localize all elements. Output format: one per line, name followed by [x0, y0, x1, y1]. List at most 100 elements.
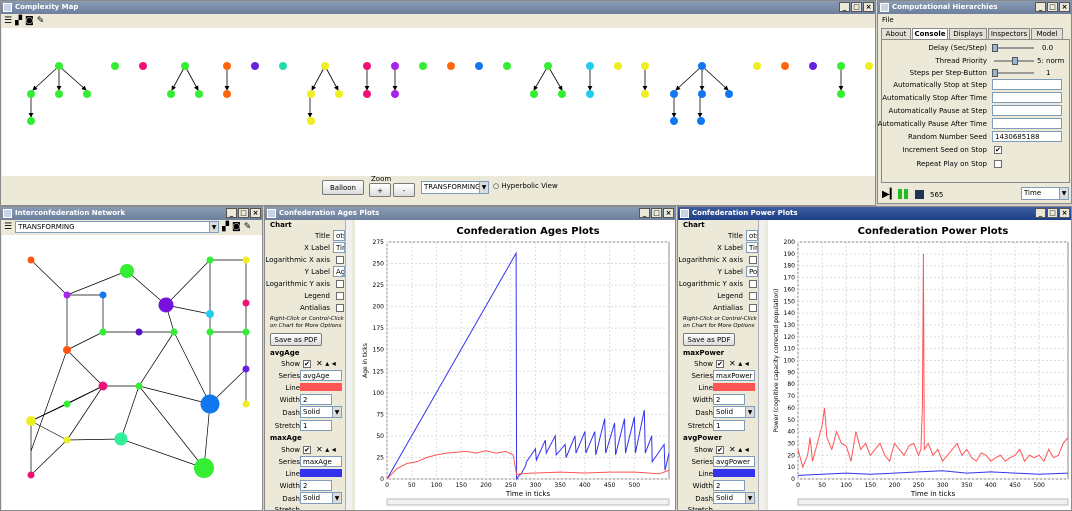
- pause-button[interactable]: [898, 189, 908, 199]
- line-color-swatch-2[interactable]: [713, 469, 755, 477]
- width-field-2[interactable]: 2: [713, 480, 745, 491]
- layers-icon[interactable]: ☰: [4, 16, 12, 26]
- settings-scrollbar[interactable]: [758, 220, 765, 510]
- width-field[interactable]: 2: [300, 394, 332, 405]
- xlabel-field[interactable]: Tim: [333, 242, 345, 253]
- show-checkbox-2[interactable]: ✔: [303, 446, 311, 454]
- series-tools-2[interactable]: ✕ ▴ ◂: [316, 445, 336, 454]
- stop-button[interactable]: [915, 190, 924, 199]
- close-button[interactable]: ×: [250, 208, 261, 218]
- network-mode-select[interactable]: TRANSFORMING ▼: [15, 221, 220, 233]
- complexity-map-titlebar[interactable]: Complexity Map _ □ ×: [1, 1, 875, 14]
- zoom-in-button[interactable]: +: [369, 183, 391, 197]
- line-color-swatch[interactable]: [713, 383, 755, 391]
- pause-at-step-field[interactable]: [992, 105, 1062, 116]
- legend-checkbox[interactable]: [336, 292, 344, 300]
- camera-icon[interactable]: ◙: [232, 222, 241, 232]
- increment-seed-checkbox[interactable]: ✔: [994, 146, 1002, 154]
- line-color-swatch-2[interactable]: [300, 469, 342, 477]
- time-select[interactable]: Time ▼: [1021, 187, 1069, 200]
- dash-select[interactable]: Solid ▼: [713, 406, 755, 418]
- dash-select[interactable]: Solid ▼: [300, 406, 342, 418]
- layers-icon[interactable]: ☰: [4, 222, 12, 232]
- logy-checkbox[interactable]: [336, 280, 344, 288]
- series-tools[interactable]: ✕ ▴ ◂: [729, 359, 749, 368]
- network-canvas[interactable]: [2, 235, 262, 510]
- power-chart-area[interactable]: Confederation Power Plots 0 10 20 30 40 50 60 70…: [768, 220, 1071, 510]
- tab-model[interactable]: Model: [1031, 28, 1063, 39]
- maximize-button[interactable]: □: [1047, 2, 1058, 12]
- minimize-button[interactable]: _: [1035, 2, 1046, 12]
- show-checkbox[interactable]: ✔: [303, 360, 311, 368]
- tab-about[interactable]: About: [881, 28, 911, 39]
- pause-after-time-field[interactable]: [992, 118, 1062, 129]
- movie-icon[interactable]: ▞: [222, 222, 229, 232]
- logy-checkbox[interactable]: [749, 280, 757, 288]
- antialias-checkbox[interactable]: [336, 304, 344, 312]
- ages-titlebar[interactable]: Confederation Ages Plots _ □ ×: [265, 207, 675, 220]
- settings-scrollbar[interactable]: [345, 220, 352, 510]
- logx-checkbox[interactable]: [336, 256, 344, 264]
- seed-field[interactable]: 1430685188: [992, 131, 1062, 142]
- minimize-button[interactable]: _: [839, 2, 850, 12]
- close-button[interactable]: ×: [1059, 2, 1070, 12]
- network-titlebar[interactable]: Interconfederation Network _ □ ×: [1, 207, 262, 220]
- tab-inspectors[interactable]: Inspectors: [988, 28, 1030, 39]
- antialias-checkbox[interactable]: [749, 304, 757, 312]
- xlabel-field[interactable]: Tim: [746, 242, 758, 253]
- steps-slider[interactable]: [992, 69, 1034, 77]
- zoom-out-button[interactable]: -: [393, 183, 415, 197]
- series-tools-2[interactable]: ✕ ▴ ◂: [729, 445, 749, 454]
- slider-thumb[interactable]: [992, 44, 998, 52]
- ylabel-field[interactable]: Po: [746, 266, 758, 277]
- maximize-button[interactable]: □: [851, 2, 862, 12]
- stretch-field[interactable]: 1: [300, 420, 332, 431]
- stop-after-time-field[interactable]: [992, 92, 1062, 103]
- movie-icon[interactable]: ▞: [15, 16, 22, 26]
- file-menu[interactable]: File: [882, 16, 894, 24]
- width-field-2[interactable]: 2: [300, 480, 332, 491]
- line-color-swatch[interactable]: [300, 383, 342, 391]
- save-pdf-button[interactable]: Save as PDF: [270, 333, 322, 346]
- series-field[interactable]: avgAge: [300, 370, 342, 381]
- hyperbolic-radio[interactable]: ○ Hyperbolic View: [493, 182, 558, 190]
- priority-slider[interactable]: [994, 57, 1034, 65]
- logx-checkbox[interactable]: [749, 256, 757, 264]
- series-tools[interactable]: ✕ ▴ ◂: [316, 359, 336, 368]
- legend-checkbox[interactable]: [749, 292, 757, 300]
- show-checkbox-2[interactable]: ✔: [716, 446, 724, 454]
- close-button[interactable]: ×: [1059, 208, 1070, 218]
- dash-select-2[interactable]: Solid ▼: [713, 492, 755, 504]
- stretch-field[interactable]: 1: [713, 420, 745, 431]
- wrench-icon[interactable]: ✎: [37, 16, 45, 26]
- layout-mode-select[interactable]: TRANSFORMING ▼: [421, 181, 489, 194]
- minimize-button[interactable]: _: [226, 208, 237, 218]
- maximize-button[interactable]: □: [238, 208, 249, 218]
- tab-displays[interactable]: Displays: [949, 28, 987, 39]
- close-button[interactable]: ×: [863, 2, 874, 12]
- series-field-2[interactable]: avgPower: [713, 456, 755, 467]
- slider-thumb[interactable]: [992, 69, 998, 77]
- minimize-button[interactable]: _: [1035, 208, 1046, 218]
- hierarchies-titlebar[interactable]: Computational Hierarchies _ □ ×: [878, 1, 1071, 14]
- title-field[interactable]: ots: [746, 230, 758, 241]
- delay-slider[interactable]: [992, 44, 1034, 52]
- tab-console[interactable]: Console: [912, 28, 948, 39]
- camera-icon[interactable]: ◙: [25, 16, 34, 26]
- close-button[interactable]: ×: [663, 208, 674, 218]
- show-checkbox[interactable]: ✔: [716, 360, 724, 368]
- complexity-map-canvas[interactable]: [2, 28, 875, 176]
- series-field[interactable]: maxPower: [713, 370, 755, 381]
- wrench-icon[interactable]: ✎: [244, 222, 252, 232]
- save-pdf-button[interactable]: Save as PDF: [683, 333, 735, 346]
- width-field[interactable]: 2: [713, 394, 745, 405]
- ylabel-field[interactable]: Age: [333, 266, 345, 277]
- slider-thumb[interactable]: [1012, 57, 1018, 65]
- title-field[interactable]: ots: [333, 230, 345, 241]
- minimize-button[interactable]: _: [639, 208, 650, 218]
- dash-select-2[interactable]: Solid ▼: [300, 492, 342, 504]
- maximize-button[interactable]: □: [651, 208, 662, 218]
- play-button[interactable]: ▶▎: [882, 189, 897, 200]
- balloon-button[interactable]: Balloon: [322, 180, 364, 195]
- repeat-play-checkbox[interactable]: [994, 160, 1002, 168]
